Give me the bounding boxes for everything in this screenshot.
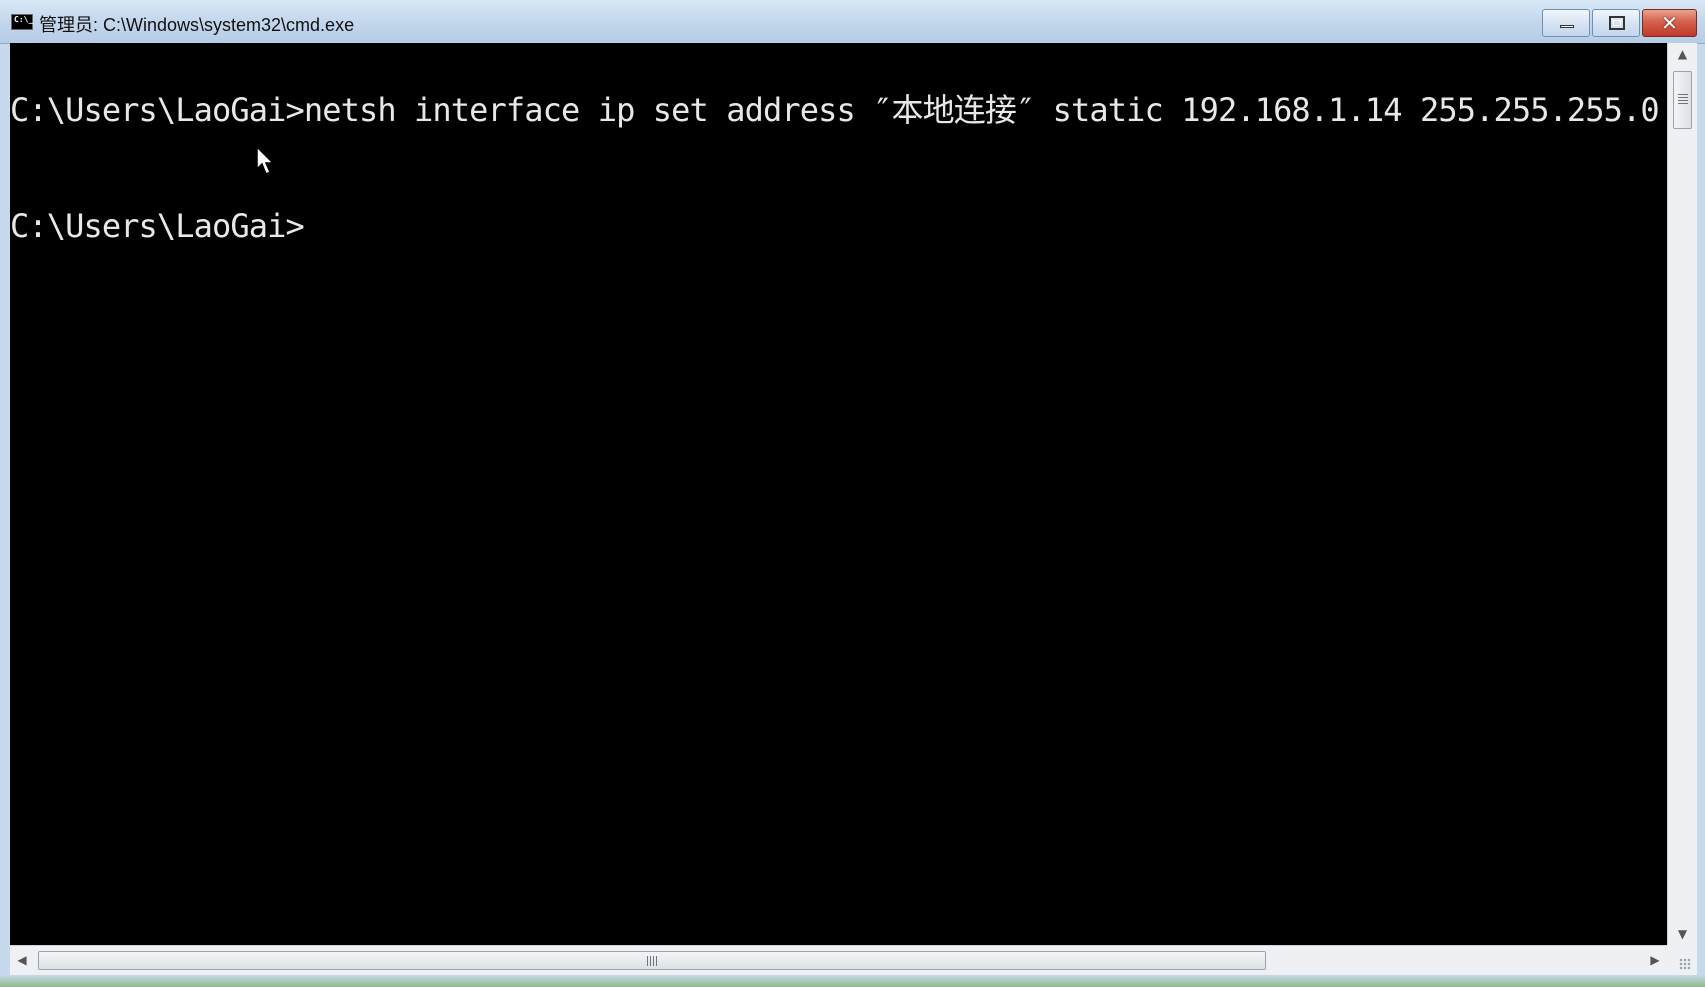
minimize-button[interactable] [1542,9,1590,37]
close-icon: ✕ [1661,11,1678,35]
window-title: 管理员: C:\Windows\system32\cmd.exe [39,15,355,35]
maximize-button[interactable] [1592,9,1640,37]
title-bar[interactable]: C:\_ 管理员: C:\Windows\system32\cmd.exe ✕ [0,0,1705,44]
console-line-command: C:\Users\LaoGai>netsh interface ip set a… [10,91,1660,129]
minimize-icon [1560,25,1574,28]
cmd-window: C:\_ 管理员: C:\Windows\system32\cmd.exe ✕ … [0,0,1705,987]
scroll-right-arrow-icon[interactable]: ▶ [1643,946,1667,975]
cmd-icon-text: C:\_ [14,15,34,24]
close-button[interactable]: ✕ [1642,9,1697,37]
mouse-pointer-icon [256,146,275,176]
console-output[interactable]: C:\Users\LaoGai>netsh interface ip set a… [10,43,1667,945]
horizontal-scroll-thumb[interactable] [38,951,1266,970]
horizontal-scrollbar[interactable]: ◀ ▶ [10,945,1667,975]
scroll-left-arrow-icon[interactable]: ◀ [10,946,34,975]
resize-grip-icon [1679,958,1691,970]
window-bottom-border [0,975,1705,987]
vertical-scrollbar[interactable]: ▲ ▼ [1667,43,1697,945]
scroll-up-arrow-icon[interactable]: ▲ [1668,43,1697,65]
cmd-icon[interactable]: C:\_ [11,14,33,30]
resize-corner[interactable] [1667,945,1697,975]
maximize-icon [1609,16,1625,30]
scroll-down-arrow-icon[interactable]: ▼ [1668,923,1697,945]
grip-icon [1678,94,1688,104]
console-line-prompt: C:\Users\LaoGai> [10,207,305,245]
vertical-scroll-thumb[interactable] [1673,71,1692,129]
grip-icon [647,956,658,966]
